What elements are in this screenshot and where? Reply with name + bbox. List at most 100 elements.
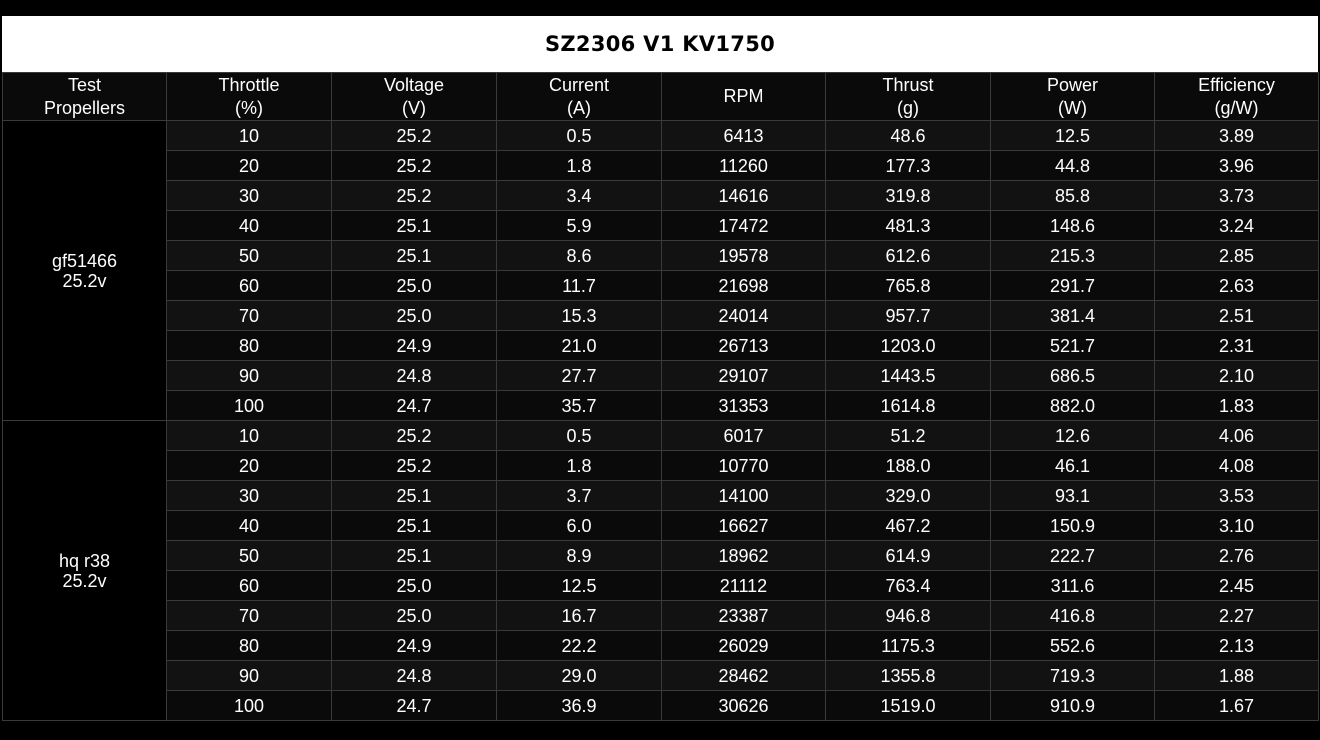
table-cell: 614.9 bbox=[825, 540, 991, 571]
propeller-label: gf51466 25.2v bbox=[2, 120, 167, 421]
table-cell: 70 bbox=[166, 600, 332, 631]
table-cell: 46.1 bbox=[990, 450, 1155, 481]
table-cell: 25.2 bbox=[331, 180, 497, 211]
table-cell: 521.7 bbox=[990, 330, 1155, 361]
table-cell: 11.7 bbox=[496, 270, 662, 301]
table-cell: 12.6 bbox=[990, 420, 1155, 451]
table-cell: 8.9 bbox=[496, 540, 662, 571]
table-row: 80 24.9 22.2 26029 1175.3 552.6 2.13 bbox=[3, 630, 1319, 661]
table-cell: 3.89 bbox=[1154, 120, 1319, 151]
table-cell: 18962 bbox=[661, 540, 826, 571]
table-cell: 2.63 bbox=[1154, 270, 1319, 301]
table-cell: 25.0 bbox=[331, 300, 497, 331]
table-cell: 3.24 bbox=[1154, 210, 1319, 241]
table-cell: 14100 bbox=[661, 480, 826, 511]
table-cell: 24.9 bbox=[331, 330, 497, 361]
table-row: 30 25.2 3.4 14616 319.8 85.8 3.73 bbox=[3, 180, 1319, 211]
table-cell: 24.7 bbox=[331, 390, 497, 421]
table-cell: 25.2 bbox=[331, 120, 497, 151]
table-cell: 1.8 bbox=[496, 150, 662, 181]
table-row: 20 25.2 1.8 11260 177.3 44.8 3.96 bbox=[3, 150, 1319, 181]
table-cell: 11260 bbox=[661, 150, 826, 181]
table-cell: 381.4 bbox=[990, 300, 1155, 331]
table-cell: 2.51 bbox=[1154, 300, 1319, 331]
table-cell: 100 bbox=[166, 390, 332, 421]
table-cell: 552.6 bbox=[990, 630, 1155, 661]
table-cell: 90 bbox=[166, 360, 332, 391]
motor-test-table: Test Propellers Throttle (%) Voltage (V)… bbox=[2, 72, 1319, 721]
table-cell: 100 bbox=[166, 690, 332, 721]
header-efficiency: Efficiency (g/W) bbox=[1154, 72, 1319, 121]
table-cell: 24014 bbox=[661, 300, 826, 331]
table-title: SZ2306 V1 KV1750 bbox=[544, 32, 776, 56]
table-cell: 1519.0 bbox=[825, 690, 991, 721]
table-cell: 10 bbox=[166, 420, 332, 451]
table-cell: 21698 bbox=[661, 270, 826, 301]
table-cell: 1443.5 bbox=[825, 360, 991, 391]
table-cell: 16627 bbox=[661, 510, 826, 541]
table-cell: 40 bbox=[166, 210, 332, 241]
table-row: 70 25.0 16.7 23387 946.8 416.8 2.27 bbox=[3, 600, 1319, 631]
table-cell: 882.0 bbox=[990, 390, 1155, 421]
table-cell: 2.27 bbox=[1154, 600, 1319, 631]
table-cell: 2.85 bbox=[1154, 240, 1319, 271]
table-cell: 26029 bbox=[661, 630, 826, 661]
table-cell: 31353 bbox=[661, 390, 826, 421]
table-cell: 51.2 bbox=[825, 420, 991, 451]
table-cell: 25.2 bbox=[331, 420, 497, 451]
table-cell: 25.1 bbox=[331, 540, 497, 571]
table-cell: 25.0 bbox=[331, 600, 497, 631]
table-cell: 70 bbox=[166, 300, 332, 331]
table-cell: 2.76 bbox=[1154, 540, 1319, 571]
table-cell: 10 bbox=[166, 120, 332, 151]
table-row: 70 25.0 15.3 24014 957.7 381.4 2.51 bbox=[3, 300, 1319, 331]
table-cell: 24.7 bbox=[331, 690, 497, 721]
table-cell: 188.0 bbox=[825, 450, 991, 481]
table-cell: 20 bbox=[166, 150, 332, 181]
table-cell: 25.0 bbox=[331, 270, 497, 301]
table-cell: 148.6 bbox=[990, 210, 1155, 241]
table-cell: 17472 bbox=[661, 210, 826, 241]
table-row: 80 24.9 21.0 26713 1203.0 521.7 2.31 bbox=[3, 330, 1319, 361]
table-cell: 25.2 bbox=[331, 450, 497, 481]
table-cell: 26713 bbox=[661, 330, 826, 361]
table-cell: 1.88 bbox=[1154, 660, 1319, 691]
table-cell: 0.5 bbox=[496, 420, 662, 451]
table-cell: 686.5 bbox=[990, 360, 1155, 391]
table-cell: 29.0 bbox=[496, 660, 662, 691]
table-cell: 177.3 bbox=[825, 150, 991, 181]
table-cell: 1.83 bbox=[1154, 390, 1319, 421]
table-cell: 25.1 bbox=[331, 240, 497, 271]
table-row: 40 25.1 5.9 17472 481.3 148.6 3.24 bbox=[3, 210, 1319, 241]
table-cell: 222.7 bbox=[990, 540, 1155, 571]
table-cell: 15.3 bbox=[496, 300, 662, 331]
table-row: hq r38 25.2v 10 25.2 0.5 6017 51.2 12.6 4.06 bbox=[2, 420, 1319, 721]
table-cell: 19578 bbox=[661, 240, 826, 271]
table-cell: 719.3 bbox=[990, 660, 1155, 691]
table-cell: 3.73 bbox=[1154, 180, 1319, 211]
table-cell: 5.9 bbox=[496, 210, 662, 241]
table-cell: 150.9 bbox=[990, 510, 1155, 541]
table-row: 90 24.8 27.7 29107 1443.5 686.5 2.10 bbox=[3, 360, 1319, 391]
table-cell: 910.9 bbox=[990, 690, 1155, 721]
table-body: gf51466 25.2v 10 25.2 0.5 6413 48.6 12.5 3.89 20 2… bbox=[2, 120, 1319, 721]
table-cell: 481.3 bbox=[825, 210, 991, 241]
table-cell: 80 bbox=[166, 330, 332, 361]
table-cell: 3.7 bbox=[496, 480, 662, 511]
table-cell: 12.5 bbox=[496, 570, 662, 601]
table-cell: 25.1 bbox=[331, 480, 497, 511]
header-voltage: Voltage (V) bbox=[331, 72, 497, 121]
table-cell: 1175.3 bbox=[825, 630, 991, 661]
table-cell: 50 bbox=[166, 540, 332, 571]
table-cell: 16.7 bbox=[496, 600, 662, 631]
table-cell: 6413 bbox=[661, 120, 826, 151]
table-cell: 467.2 bbox=[825, 510, 991, 541]
table-row: gf51466 25.2v 10 25.2 0.5 6413 48.6 12.5 3.89 bbox=[2, 120, 1319, 421]
table-row: 90 24.8 29.0 28462 1355.8 719.3 1.88 bbox=[3, 660, 1319, 691]
table-row: 60 25.0 11.7 21698 765.8 291.7 2.63 bbox=[3, 270, 1319, 301]
table-cell: 2.10 bbox=[1154, 360, 1319, 391]
table-cell: 85.8 bbox=[990, 180, 1155, 211]
table-row: 50 25.1 8.9 18962 614.9 222.7 2.76 bbox=[3, 540, 1319, 571]
table-cell: 30626 bbox=[661, 690, 826, 721]
table-cell: 27.7 bbox=[496, 360, 662, 391]
